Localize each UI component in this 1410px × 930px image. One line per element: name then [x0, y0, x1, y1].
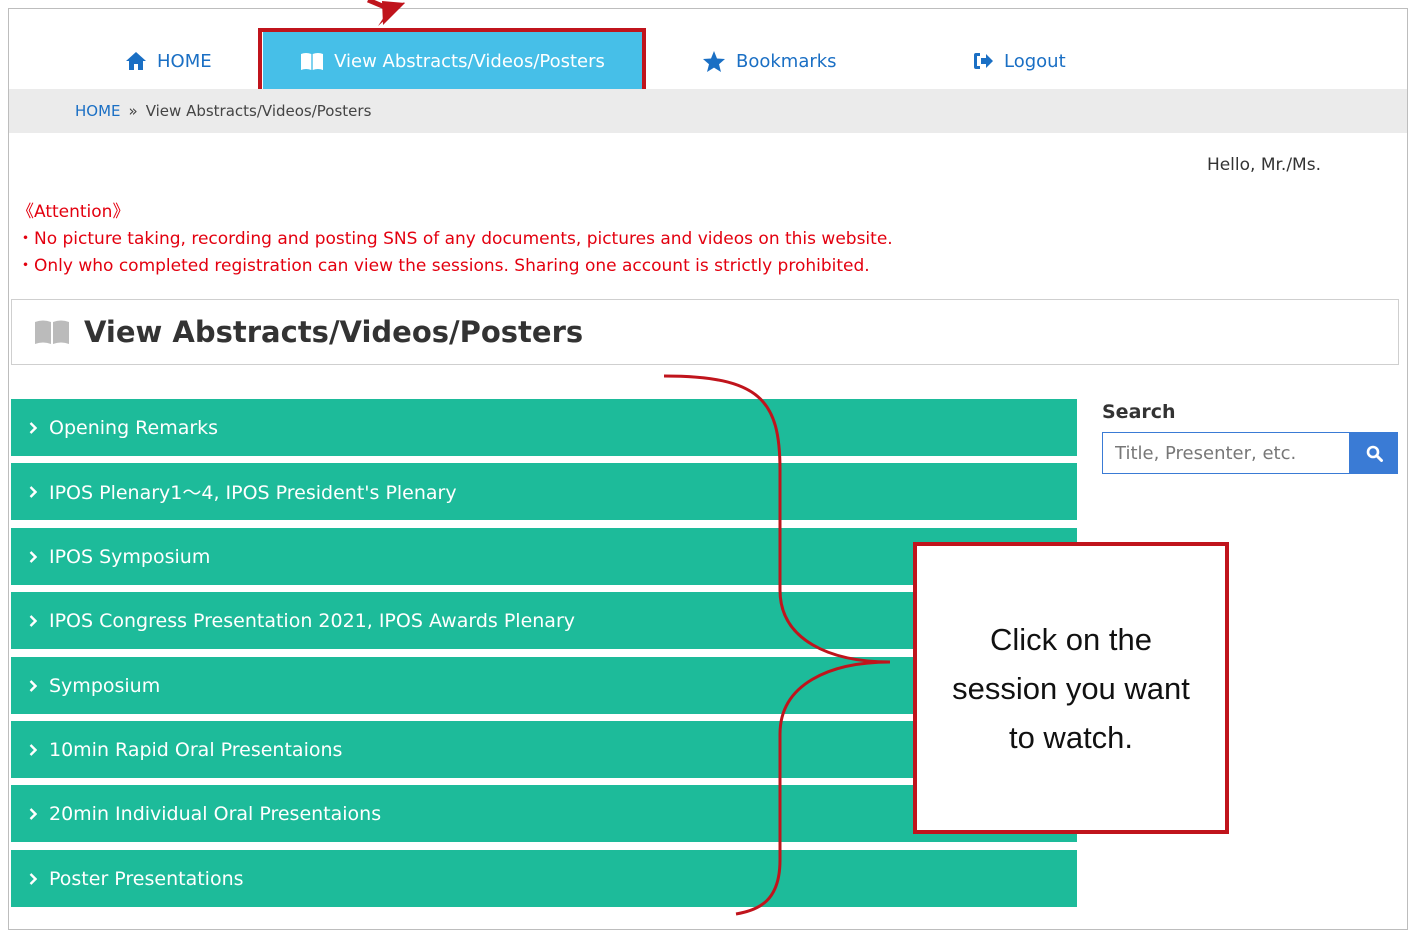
annotation-arrow — [367, 0, 405, 26]
annotation-brace — [663, 374, 891, 916]
annotation-callout: Click on the session you want to watch. — [913, 542, 1229, 834]
